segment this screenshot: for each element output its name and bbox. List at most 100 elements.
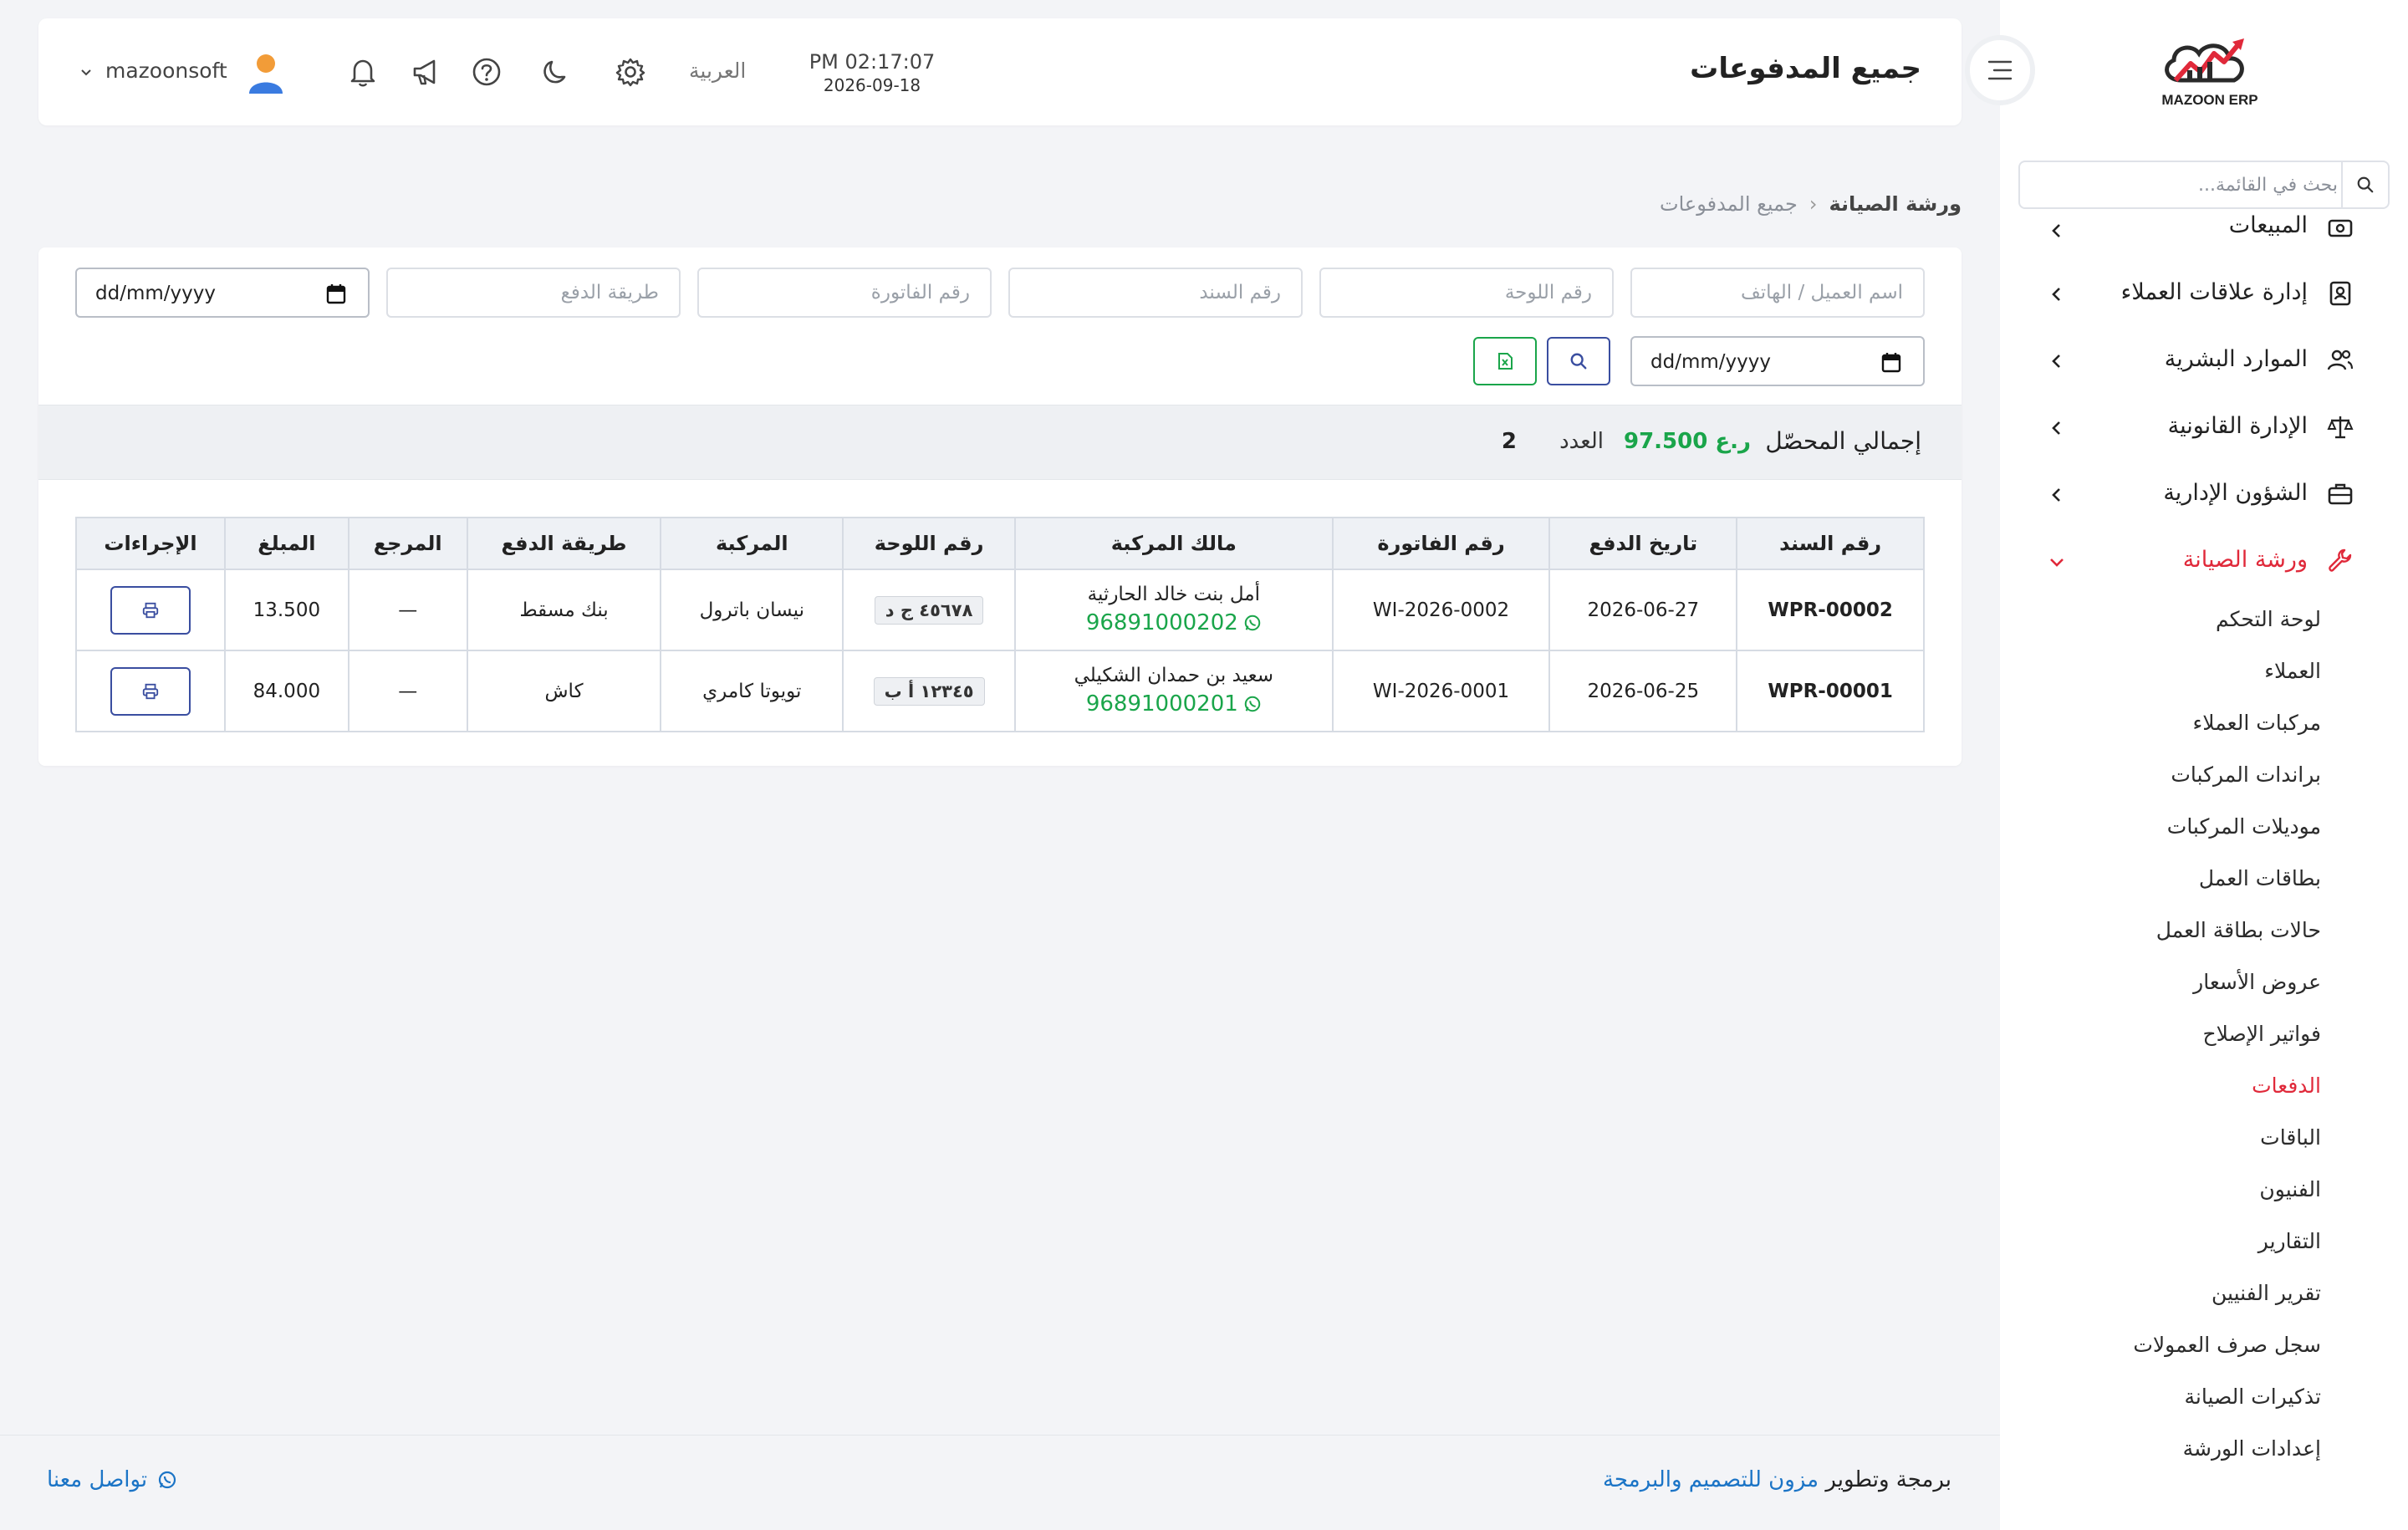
vehicle: نيسان باترول	[660, 569, 844, 651]
actions-cell	[75, 650, 226, 732]
calendar-icon[interactable]	[1881, 351, 1901, 373]
owner-phone: 96891000202	[1085, 609, 1238, 635]
sidebar-item-sales[interactable]: المبيعات	[2000, 211, 2408, 269]
credit-prefix: برمجة وتطوير	[1825, 1467, 1951, 1492]
chevron-down-icon[interactable]	[79, 65, 94, 80]
contact-card-icon	[2326, 279, 2354, 308]
voucher-no-link[interactable]: WPR-00002	[1736, 569, 1925, 651]
plate-filter-input[interactable]	[1321, 269, 1612, 316]
sidebar-toggle-button[interactable]	[1965, 35, 2035, 105]
dark-mode-moon-icon[interactable]	[537, 54, 574, 90]
credit-link[interactable]: مزون للتصميم والبرمجة	[1603, 1467, 1819, 1492]
submenu-job-card-statuses[interactable]: حالات بطاقة العمل	[2156, 918, 2321, 942]
contact-us-link[interactable]: تواصل معنا	[47, 1467, 177, 1492]
col-payment-method[interactable]: طريقة الدفع	[466, 517, 662, 570]
menu-lines-icon	[1987, 60, 2013, 80]
print-button[interactable]	[110, 666, 191, 716]
brand-logo[interactable]: MAZOON ERP	[2147, 32, 2273, 115]
col-actions: الإجراءات	[75, 517, 226, 570]
submenu-quotations[interactable]: عروض الأسعار	[2193, 970, 2321, 994]
search-button[interactable]	[1547, 337, 1610, 385]
sidebar-item-label: ورشة الصيانة	[2182, 547, 2308, 573]
submenu-commission-log[interactable]: سجل صرف العمولات	[2133, 1333, 2321, 1357]
table-row: WPR-00002 2026-06-27 WI-2026-0002 أمل بن…	[75, 569, 1925, 651]
wrench-icon	[2326, 547, 2354, 575]
submenu-job-cards[interactable]: بطاقات العمل	[2199, 866, 2321, 890]
col-amount[interactable]: المبلغ	[223, 517, 349, 570]
sidebar-item-workshop[interactable]: ورشة الصيانة	[2000, 533, 2408, 592]
owner-phone: 96891000201	[1085, 691, 1238, 717]
plate-badge: ٤٥٦٧٨ ج د	[874, 595, 984, 625]
col-invoice-no[interactable]: رقم الفاتورة	[1331, 517, 1551, 570]
settings-gear-icon[interactable]	[612, 54, 649, 90]
export-excel-button[interactable]	[1473, 337, 1537, 385]
logo-mark-icon	[2165, 38, 2244, 83]
calendar-icon[interactable]	[326, 283, 346, 304]
payment-method-filter[interactable]	[386, 268, 681, 318]
sidebar-item-label: المبيعات	[2228, 212, 2308, 238]
submenu-payments[interactable]: الدفعات	[2252, 1074, 2321, 1098]
sidebar-search-input[interactable]	[2037, 169, 2338, 201]
language-switch[interactable]: العربية	[689, 59, 746, 83]
briefcase-icon	[2326, 480, 2354, 508]
sidebar-item-legal[interactable]: الإدارة القانونية	[2000, 400, 2408, 458]
voucher-filter-input[interactable]	[1010, 269, 1301, 316]
invoice-filter-input[interactable]	[699, 269, 990, 316]
submenu-vehicle-models[interactable]: موديلات المركبات	[2167, 814, 2321, 839]
user-name[interactable]: mazoonsoft	[105, 59, 227, 83]
notifications-bell-icon[interactable]	[344, 54, 381, 90]
contact-us-label: تواصل معنا	[47, 1467, 148, 1492]
customer-filter-input[interactable]	[1632, 269, 1923, 316]
date-to-picker[interactable]: dd/mm/yyyy	[1630, 336, 1925, 386]
submenu-technicians-report[interactable]: تقرير الفنيين	[2212, 1281, 2321, 1305]
search-icon[interactable]	[2341, 162, 2388, 207]
invoice-filter[interactable]	[697, 268, 992, 318]
help-question-icon[interactable]	[468, 54, 505, 90]
submenu-maintenance-reminders[interactable]: تذكيرات الصيانة	[2184, 1385, 2321, 1409]
payment-method-filter-input[interactable]	[388, 269, 679, 316]
owner-whatsapp-link[interactable]: 96891000202	[1086, 610, 1262, 635]
user-avatar[interactable]	[246, 52, 286, 95]
total-collected-label: إجمالي المحصّل	[1765, 427, 1921, 455]
date-from-picker[interactable]: dd/mm/yyyy	[75, 268, 370, 318]
breadcrumb-current: جميع المدفوعات	[1659, 192, 1798, 216]
sidebar-item-admin[interactable]: الشؤون الإدارية	[2000, 467, 2408, 525]
col-plate-no[interactable]: رقم اللوحة	[842, 517, 1016, 570]
breadcrumb-root[interactable]: ورشة الصيانة	[1829, 192, 1962, 216]
col-payment-date[interactable]: تاريخ الدفع	[1548, 517, 1738, 570]
voucher-no-link[interactable]: WPR-00001	[1736, 650, 1925, 732]
submenu-workshop-settings[interactable]: إعدادات الورشة	[2183, 1436, 2321, 1461]
amount: 13.500	[223, 569, 349, 651]
col-vehicle[interactable]: المركبة	[660, 517, 844, 570]
chevron-left-icon	[2047, 284, 2067, 304]
submenu-dashboard[interactable]: لوحة التحكم	[2216, 607, 2321, 631]
print-button[interactable]	[110, 585, 191, 635]
submenu-repair-invoices[interactable]: فواتير الإصلاح	[2202, 1022, 2321, 1046]
whatsapp-icon	[1243, 614, 1262, 632]
sidebar-search[interactable]	[2018, 161, 2390, 209]
submenu-reports[interactable]: التقارير	[2258, 1229, 2321, 1253]
actions-cell	[75, 569, 226, 651]
plate-filter[interactable]	[1319, 268, 1614, 318]
submenu-customers[interactable]: العملاء	[2264, 659, 2321, 683]
submenu-vehicle-brands[interactable]: براندات المركبات	[2171, 762, 2321, 787]
voucher-filter[interactable]	[1008, 268, 1303, 318]
owner-whatsapp-link[interactable]: 96891000201	[1086, 691, 1262, 717]
col-vehicle-owner[interactable]: مالك المركبة	[1013, 517, 1334, 570]
invoice-no-link[interactable]: WI-2026-0001	[1331, 650, 1551, 732]
sidebar-item-hr[interactable]: الموارد البشرية	[2000, 333, 2408, 391]
col-voucher-no[interactable]: رقم السند	[1736, 517, 1925, 570]
customer-filter[interactable]	[1630, 268, 1925, 318]
printer-icon	[142, 602, 159, 618]
owner-name: أمل بنت خالد الحارثية	[1087, 583, 1260, 605]
vehicle: تويوتا كامري	[660, 650, 844, 732]
col-reference[interactable]: المرجع	[347, 517, 468, 570]
submenu-technicians[interactable]: الفنيون	[2259, 1177, 2321, 1201]
announcement-megaphone-icon[interactable]	[408, 54, 445, 90]
logo-text: MAZOON ERP	[2161, 92, 2258, 108]
invoice-no-link[interactable]: WI-2026-0002	[1331, 569, 1551, 651]
submenu-packages[interactable]: الباقات	[2260, 1125, 2321, 1150]
sidebar-item-crm[interactable]: إدارة علاقات العملاء	[2000, 266, 2408, 324]
submenu-customer-vehicles[interactable]: مركبات العملاء	[2193, 711, 2321, 735]
clock-time: PM 02:17:07	[809, 50, 936, 74]
